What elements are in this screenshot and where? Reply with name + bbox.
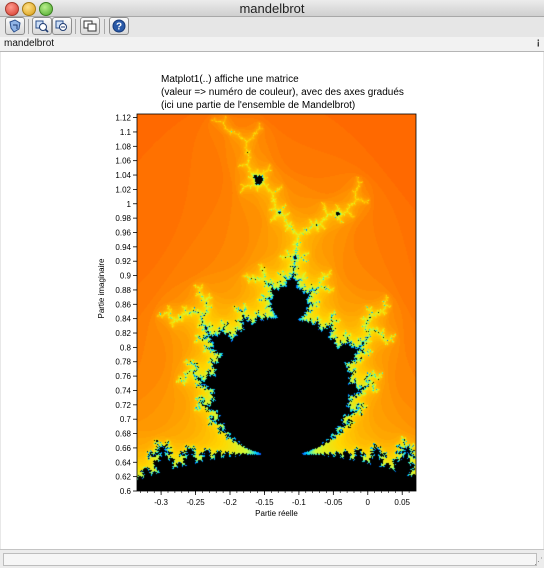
window-titlebar: mandelbrot <box>0 0 544 17</box>
y-tick-label: 1.04 <box>115 171 131 180</box>
unzoom-button[interactable] <box>52 17 72 35</box>
y-tick-label: 0.72 <box>115 401 131 410</box>
y-tick-label: 0.78 <box>115 358 131 367</box>
zoom-in-icon <box>35 20 49 33</box>
mandelbrot-chart: -0.3 -0.25 -0.2 -0.15 -0.1 -0.05 0 0.05 0.6 0.62 0… <box>97 114 417 518</box>
y-tick-label: 0.7 <box>120 415 132 424</box>
figure-tab[interactable]: mandelbrot ¡ <box>0 37 544 52</box>
zoom-out-icon <box>55 20 67 31</box>
help-button[interactable]: ? <box>109 17 129 35</box>
rotate-icon <box>9 19 21 33</box>
y-tick-label: 0.9 <box>120 272 132 281</box>
y-tick-label: 0.74 <box>115 386 131 395</box>
x-tick-label: -0.1 <box>292 498 306 507</box>
zoom-button[interactable] <box>32 17 52 35</box>
x-tick-label: 0.05 <box>394 498 410 507</box>
x-tick-label: -0.15 <box>255 498 274 507</box>
y-tick-label: 0.62 <box>115 473 131 482</box>
y-axis-label: Partie imaginaire <box>97 258 106 319</box>
toolbar: ? <box>0 17 544 37</box>
y-tick-label: 0.94 <box>115 243 131 252</box>
y-tick-label: 1 <box>127 200 132 209</box>
select-figure-button[interactable] <box>80 17 100 35</box>
y-tick-label: 0.96 <box>115 228 131 237</box>
toolbar-separator <box>28 19 29 34</box>
windows-icon <box>83 20 97 32</box>
mandelbrot-heatmap <box>137 114 416 491</box>
status-bar: ⋰ <box>0 549 544 568</box>
y-tick-label: 1.08 <box>115 142 131 151</box>
svg-text:?: ? <box>116 22 122 33</box>
y-tick-label: 0.64 <box>115 458 131 467</box>
y-tick-label: 0.8 <box>120 343 132 352</box>
graphic-canvas[interactable]: Matplot1(..) affiche une matrice (valeur… <box>1 52 543 549</box>
x-tick-label: -0.25 <box>186 498 205 507</box>
status-field <box>3 553 537 566</box>
rotate-button[interactable] <box>5 17 25 35</box>
resize-grip-icon[interactable]: ⋰ <box>534 556 543 567</box>
y-tick-label: 0.66 <box>115 444 131 453</box>
y-tick-label: 0.6 <box>120 487 132 496</box>
x-axis-label: Partie réelle <box>255 509 298 518</box>
y-tick-label: 0.98 <box>115 214 131 223</box>
x-tick-label: -0.2 <box>223 498 237 507</box>
y-tick-label: 0.84 <box>115 315 131 324</box>
y-tick-label: 1.1 <box>120 128 132 137</box>
y-tick-label: 0.76 <box>115 372 131 381</box>
toolbar-separator <box>75 19 76 34</box>
x-tick-label: -0.3 <box>154 498 168 507</box>
y-tick-label: 0.86 <box>115 300 131 309</box>
x-tick-label: -0.05 <box>324 498 343 507</box>
y-tick-label: 1.06 <box>115 157 131 166</box>
help-icon: ? <box>112 19 126 33</box>
toolbar-separator <box>104 19 105 34</box>
y-tick-label: 1.12 <box>115 114 131 123</box>
x-tick-label: 0 <box>366 498 371 507</box>
tab-label: mandelbrot <box>4 38 55 49</box>
y-tick-label: 0.92 <box>115 257 131 266</box>
window-title: mandelbrot <box>239 1 305 16</box>
y-tick-label: 0.88 <box>115 286 131 295</box>
y-tick-label: 1.02 <box>115 185 131 194</box>
y-tick-label: 0.82 <box>115 329 131 338</box>
y-tick-label: 0.68 <box>115 430 131 439</box>
undock-button[interactable]: ¡ <box>537 37 540 48</box>
